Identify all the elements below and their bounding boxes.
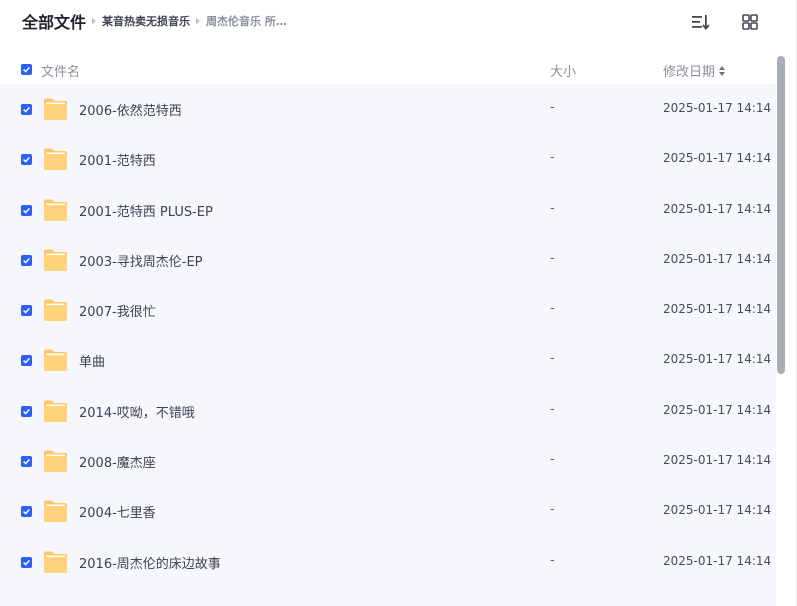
folder-icon bbox=[44, 299, 67, 322]
file-row[interactable]: 2004-七里香 - 2025-01-17 14:14 bbox=[0, 486, 776, 536]
row-checkbox[interactable] bbox=[21, 405, 32, 417]
file-name[interactable]: 2014-哎呦，不错哦 bbox=[79, 402, 195, 421]
file-size: - bbox=[550, 401, 555, 417]
file-name[interactable]: 2004-七里香 bbox=[79, 502, 156, 521]
file-row[interactable]: 2006-依然范特西 - 2025-01-17 14:14 bbox=[0, 84, 776, 134]
file-modified: 2025-01-17 14:14 bbox=[663, 302, 772, 317]
file-modified: 2025-01-17 14:14 bbox=[663, 151, 772, 166]
file-modified: 2025-01-17 14:14 bbox=[663, 251, 772, 266]
check-icon bbox=[23, 559, 30, 566]
row-checkbox[interactable] bbox=[21, 154, 32, 166]
file-size: - bbox=[550, 301, 555, 317]
header: 全部文件 某音热卖无损音乐 周杰伦音乐 所… bbox=[0, 0, 797, 44]
sort-button[interactable] bbox=[688, 10, 712, 34]
folder-icon bbox=[44, 551, 67, 573]
file-modified: 2025-01-17 14:14 bbox=[663, 553, 772, 568]
scrollbar-thumb[interactable] bbox=[777, 56, 785, 374]
file-row[interactable]: 2003-寻找周杰伦-EP - 2025-01-17 14:14 bbox=[0, 235, 776, 285]
row-checkbox[interactable] bbox=[21, 456, 32, 468]
folder-icon bbox=[44, 450, 67, 473]
grid-view-button[interactable] bbox=[738, 10, 762, 34]
folder-icon bbox=[44, 199, 67, 221]
file-size: - bbox=[550, 100, 555, 115]
row-checkbox[interactable] bbox=[21, 556, 32, 568]
select-all-checkbox[interactable] bbox=[21, 64, 32, 75]
row-checkbox[interactable] bbox=[21, 204, 32, 216]
grid-view-icon bbox=[742, 14, 758, 30]
file-name[interactable]: 2001-范特西 PLUS-EP bbox=[79, 201, 213, 220]
file-name[interactable]: 2007-我很忙 bbox=[79, 301, 156, 320]
breadcrumb-separator-icon bbox=[92, 18, 97, 24]
file-modified: 2025-01-17 14:14 bbox=[663, 201, 772, 216]
column-header: 文件名 大小 修改日期 bbox=[0, 56, 776, 82]
file-row[interactable]: 2001-范特西 - 2025-01-17 14:14 bbox=[0, 134, 776, 184]
check-icon bbox=[23, 358, 30, 365]
file-name[interactable]: 2003-寻找周杰伦-EP bbox=[79, 251, 203, 270]
row-checkbox[interactable] bbox=[21, 254, 32, 266]
file-size: - bbox=[550, 351, 555, 367]
check-icon bbox=[23, 207, 30, 214]
row-checkbox[interactable] bbox=[21, 355, 32, 367]
column-size[interactable]: 大小 bbox=[550, 61, 576, 80]
row-checkbox[interactable] bbox=[21, 305, 32, 317]
breadcrumb-root[interactable]: 全部文件 bbox=[22, 9, 86, 33]
check-icon bbox=[23, 157, 30, 163]
column-name[interactable]: 文件名 bbox=[41, 61, 80, 80]
sort-icon bbox=[692, 15, 710, 31]
file-row[interactable]: 单曲 - 2025-01-17 14:14 bbox=[0, 335, 776, 385]
file-row[interactable]: 2016-周杰伦的床边故事 - 2025-01-17 14:14 bbox=[0, 537, 776, 587]
file-size: - bbox=[550, 452, 555, 468]
folder-icon bbox=[44, 400, 67, 422]
row-checkbox[interactable] bbox=[21, 104, 32, 115]
file-modified: 2025-01-17 14:14 bbox=[663, 352, 772, 367]
column-modified-label: 修改日期 bbox=[663, 65, 716, 80]
check-icon bbox=[23, 106, 30, 113]
file-size: - bbox=[550, 552, 555, 568]
file-row[interactable]: 2014-哎呦，不错哦 - 2025-01-17 14:14 bbox=[0, 386, 776, 436]
breadcrumb: 全部文件 某音热卖无损音乐 周杰伦音乐 所… bbox=[22, 10, 287, 32]
check-icon bbox=[23, 408, 30, 415]
file-row[interactable]: 2008-魔杰座 - 2025-01-17 14:14 bbox=[0, 436, 776, 486]
file-name[interactable]: 2001-范特西 bbox=[79, 150, 156, 169]
file-size: - bbox=[550, 250, 555, 266]
file-list: 2006-依然范特西 - 2025-01-17 14:14 2001-范特西 -… bbox=[0, 84, 776, 606]
check-icon bbox=[23, 509, 30, 516]
row-checkbox[interactable] bbox=[21, 506, 32, 518]
file-browser: 全部文件 某音热卖无损音乐 周杰伦音乐 所… 文件名 大小 修改日期 2006-… bbox=[0, 0, 797, 606]
file-size: - bbox=[550, 502, 555, 518]
file-modified: 2025-01-17 14:14 bbox=[663, 503, 772, 518]
file-modified: 2025-01-17 14:14 bbox=[663, 453, 772, 468]
check-icon bbox=[23, 66, 30, 73]
file-name[interactable]: 2016-周杰伦的床边故事 bbox=[79, 553, 221, 572]
check-icon bbox=[23, 257, 30, 264]
file-size: - bbox=[550, 200, 555, 216]
folder-icon bbox=[44, 349, 67, 372]
check-icon bbox=[23, 458, 30, 465]
column-modified[interactable]: 修改日期 bbox=[663, 61, 726, 80]
breadcrumb-separator-icon bbox=[196, 18, 201, 24]
file-size: - bbox=[550, 150, 555, 166]
folder-icon bbox=[44, 148, 67, 171]
folder-icon bbox=[44, 98, 67, 120]
file-name[interactable]: 单曲 bbox=[79, 351, 105, 370]
folder-icon bbox=[44, 500, 67, 523]
sort-toggle-icon bbox=[719, 65, 726, 76]
file-row[interactable]: 2001-范特西 PLUS-EP - 2025-01-17 14:14 bbox=[0, 185, 776, 235]
file-name[interactable]: 2008-魔杰座 bbox=[79, 452, 156, 471]
file-name[interactable]: 2006-依然范特西 bbox=[79, 100, 182, 119]
check-icon bbox=[23, 308, 30, 314]
file-modified: 2025-01-17 14:14 bbox=[663, 101, 772, 115]
file-modified: 2025-01-17 14:14 bbox=[663, 402, 772, 417]
file-row[interactable]: 2007-我很忙 - 2025-01-17 14:14 bbox=[0, 285, 776, 335]
breadcrumb-item-current[interactable]: 周杰伦音乐 所… bbox=[206, 13, 287, 29]
breadcrumb-item-store[interactable]: 某音热卖无损音乐 bbox=[102, 13, 190, 29]
folder-icon bbox=[44, 249, 67, 271]
